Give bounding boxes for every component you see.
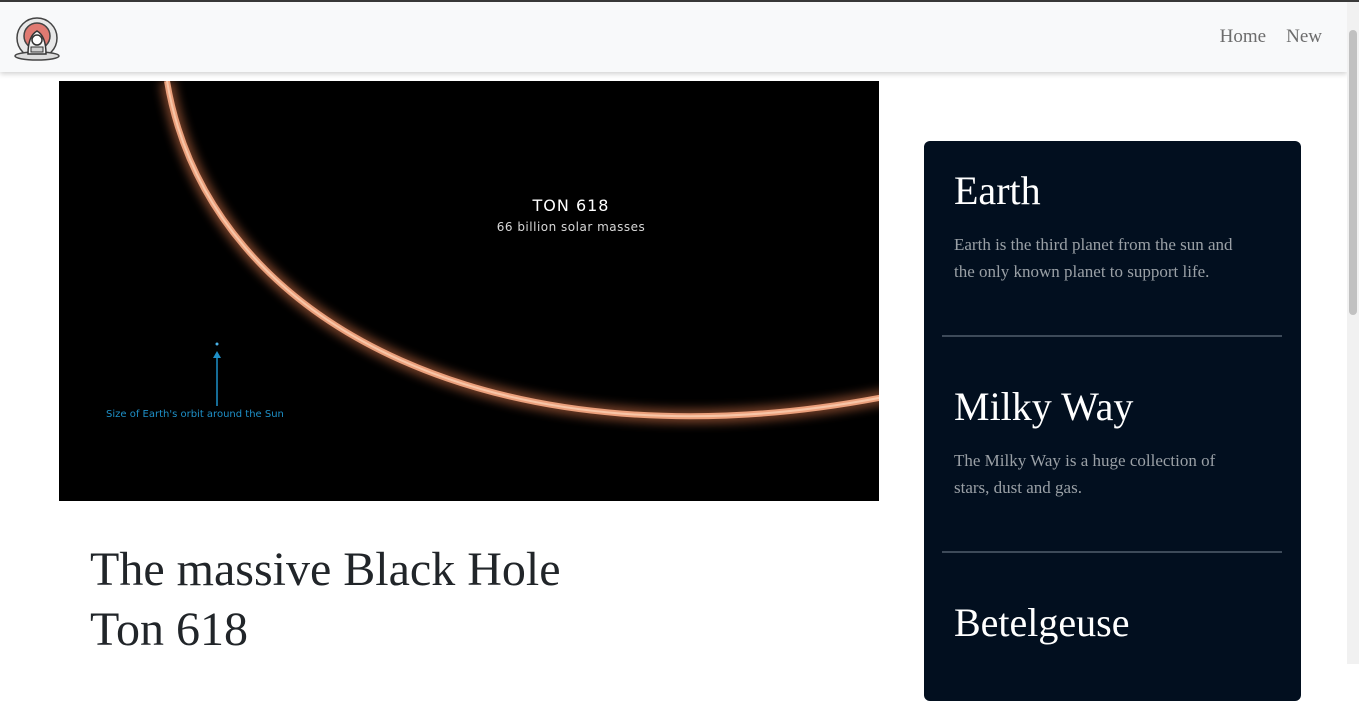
object-mass-label: 66 billion solar masses	[497, 220, 646, 234]
card-text: The Milky Way is a huge collection of st…	[954, 451, 1216, 497]
sidebar-card-earth[interactable]: Earth Earth is the third planet from the…	[924, 141, 1301, 336]
card-title: Betelgeuse	[954, 600, 1130, 645]
card-title: Milky Way	[954, 384, 1134, 429]
divider	[942, 551, 1282, 553]
scale-note-label: Size of Earth's orbit around the Sun	[106, 409, 284, 420]
card-text: Earth is the third planet from the sun a…	[954, 235, 1233, 281]
sidebar: Earth Earth is the third planet from the…	[924, 141, 1301, 701]
card-title: Earth	[954, 168, 1041, 213]
earth-orbit-dot	[215, 342, 219, 346]
sidebar-card-betelgeuse[interactable]: Betelgeuse	[924, 573, 1301, 701]
nav-link-home[interactable]: Home	[1220, 26, 1266, 48]
sidebar-card-milky-way[interactable]: Milky Way The Milky Way is a huge collec…	[924, 357, 1301, 552]
article-title-line1: The massive Black Hole	[90, 543, 561, 596]
black-hole-image: TON 618 66 billion solar masses Size of …	[59, 81, 879, 501]
divider	[942, 335, 1282, 337]
nav-links: Home New	[1220, 26, 1322, 48]
object-name-label: TON 618	[532, 196, 610, 215]
nav-link-new[interactable]: New	[1286, 26, 1322, 48]
page-scrollbar[interactable]	[1347, 2, 1359, 664]
scrollbar-thumb[interactable]	[1349, 30, 1357, 315]
article-title: The massive Black Hole Ton 618	[90, 540, 650, 660]
navbar: Home New	[0, 2, 1347, 72]
astronaut-logo-icon[interactable]	[13, 16, 61, 62]
article-title-line2: Ton 618	[90, 603, 248, 656]
